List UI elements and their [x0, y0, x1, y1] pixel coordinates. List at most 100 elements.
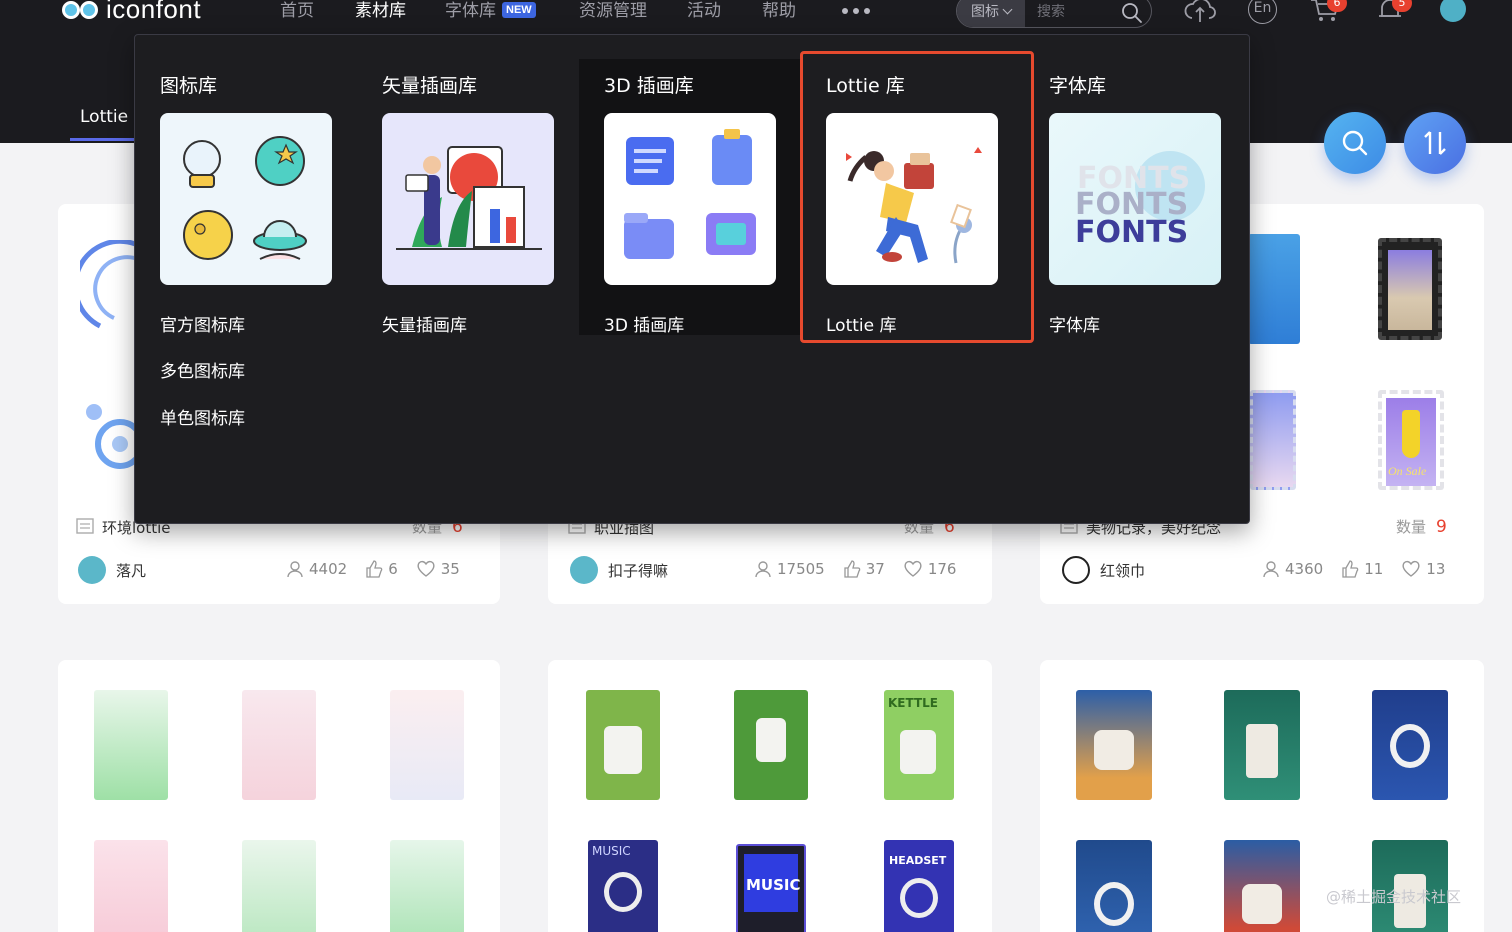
author-name: 扣子得嘛	[608, 561, 669, 580]
cart-count-badge: 6	[1327, 0, 1347, 12]
fonts-art-text: FONTS	[1075, 215, 1189, 250]
more-icon[interactable]	[842, 8, 870, 14]
card-stats: 4360 11 13	[1252, 560, 1445, 578]
author-avatar	[570, 556, 598, 584]
lottie-illustration	[846, 147, 982, 264]
poster-thumb	[1372, 690, 1448, 800]
materials-dropdown-menu: 图标库 官方图标库 多色图标库 单色图标库 矢量插画库 矢量插画库 3D 插画库…	[134, 34, 1250, 524]
views-icon	[755, 561, 771, 578]
card-author[interactable]: 落凡	[78, 556, 146, 584]
menu-link-fonts[interactable]: 字体库	[1049, 311, 1100, 336]
views-icon	[287, 561, 303, 578]
menu-column-vector: 矢量插画库 矢量插画库	[357, 35, 579, 336]
vector-library-preview[interactable]	[382, 113, 554, 285]
poster-thumb	[1076, 840, 1152, 932]
card-count: 数量 9	[1396, 516, 1447, 537]
3d-library-preview[interactable]	[604, 113, 776, 285]
lottie-preview	[86, 404, 140, 469]
like-icon[interactable]	[1341, 560, 1359, 578]
like-icon[interactable]	[365, 560, 383, 578]
menu-link-lottie[interactable]: Lottie 库	[826, 311, 897, 336]
headset-thumb: HEADSET	[884, 840, 954, 932]
menu-title-3d[interactable]: 3D 插画库	[604, 71, 694, 98]
nav-activities[interactable]: 活动	[687, 0, 721, 22]
poster-thumb	[390, 840, 464, 932]
chevron-down-icon	[1002, 4, 1013, 15]
menu-link-official-icons[interactable]: 官方图标库	[160, 311, 245, 336]
views-count: 17505	[777, 560, 825, 578]
views-count: 4360	[1285, 560, 1324, 578]
language-icon[interactable]: En	[1248, 0, 1277, 24]
3d-illustration	[624, 129, 756, 259]
tab-underline	[70, 138, 140, 141]
new-badge: NEW	[502, 2, 536, 18]
favs-count: 13	[1426, 560, 1446, 578]
search-icon[interactable]	[1121, 2, 1143, 24]
search-type-select[interactable]: 图标	[957, 0, 1025, 27]
poster-thumb	[242, 690, 316, 800]
music-thumb: MUSIC	[736, 844, 806, 932]
floating-sort-button[interactable]	[1404, 112, 1466, 174]
watermark: @稀土掘金技术社区	[1326, 888, 1462, 906]
floating-search-button[interactable]	[1324, 112, 1386, 174]
collection-card[interactable]	[58, 660, 500, 932]
menu-title-vector[interactable]: 矢量插画库	[382, 71, 477, 98]
menu-link-3d[interactable]: 3D 插画库	[604, 311, 684, 336]
film-thumb	[1378, 238, 1442, 340]
search-type-label: 图标	[971, 4, 999, 20]
music-thumb: MUSIC	[588, 840, 658, 932]
headset-text: HEADSET	[889, 854, 947, 867]
poster-thumb	[1224, 690, 1300, 800]
card-count-label: 数量	[1396, 518, 1427, 536]
nav-materials[interactable]: 素材库	[355, 0, 406, 22]
music-text: MUSIC	[746, 876, 801, 894]
like-icon[interactable]	[843, 560, 861, 578]
sale-thumb: On Sale	[1378, 390, 1444, 490]
avatar[interactable]	[1440, 0, 1466, 22]
poster-thumb	[1076, 690, 1152, 800]
kettle-thumb	[586, 690, 660, 800]
poster-thumb	[94, 690, 168, 800]
font-library-preview[interactable]: FONTS FONTS FONTS	[1049, 113, 1221, 285]
card-stats: 17505 37 176	[744, 560, 956, 578]
heart-icon[interactable]	[903, 560, 923, 578]
top-navbar: iconfont 首页 素材库 字体库 NEW 资源管理 活动 帮助 图标 搜索 …	[0, 0, 1512, 34]
logo-icon	[60, 0, 100, 25]
nav-help[interactable]: 帮助	[762, 0, 796, 22]
favs-count: 176	[927, 560, 957, 578]
menu-link-vector[interactable]: 矢量插画库	[382, 311, 467, 336]
logo[interactable]: iconfont	[60, 0, 201, 25]
author-avatar	[1062, 556, 1090, 584]
vector-illustration	[396, 146, 542, 250]
menu-link-mono-icons[interactable]: 单色图标库	[160, 404, 245, 429]
menu-title-fonts[interactable]: 字体库	[1049, 71, 1106, 98]
kettle-text: KETTLE	[888, 696, 938, 710]
kettle-thumb	[734, 690, 808, 800]
upload-icon[interactable]	[1183, 0, 1217, 24]
heart-icon[interactable]	[416, 560, 436, 578]
card-author[interactable]: 红领巾	[1062, 556, 1145, 584]
logo-text: iconfont	[106, 0, 202, 24]
card-count-value: 9	[1436, 517, 1447, 537]
card-stats: 4402 6 35	[276, 560, 460, 578]
kettle-thumb: KETTLE	[884, 690, 954, 800]
nav-resources[interactable]: 资源管理	[579, 0, 647, 22]
icon-library-illustration	[183, 136, 307, 260]
views-icon	[1263, 561, 1279, 578]
menu-link-multicolor-icons[interactable]: 多色图标库	[160, 357, 245, 382]
card-author[interactable]: 扣子得嘛	[570, 556, 668, 584]
sticker-thumb	[1248, 234, 1300, 344]
author-avatar	[78, 556, 106, 584]
icon-library-preview[interactable]	[160, 113, 332, 285]
likes-count: 6	[388, 560, 398, 578]
menu-title-lottie[interactable]: Lottie 库	[826, 71, 905, 98]
lottie-library-preview[interactable]	[826, 113, 998, 285]
search-input[interactable]: 搜索	[1037, 0, 1065, 27]
nav-home[interactable]: 首页	[280, 0, 314, 22]
heart-icon[interactable]	[1401, 560, 1421, 578]
nav-fonts[interactable]: 字体库 NEW	[445, 0, 536, 22]
author-name: 红领巾	[1100, 561, 1146, 580]
collection-card[interactable]: KETTLE MUSIC MUSIC HEADSET	[548, 660, 992, 932]
menu-title-icons[interactable]: 图标库	[160, 71, 217, 98]
search-icon	[1342, 130, 1368, 156]
